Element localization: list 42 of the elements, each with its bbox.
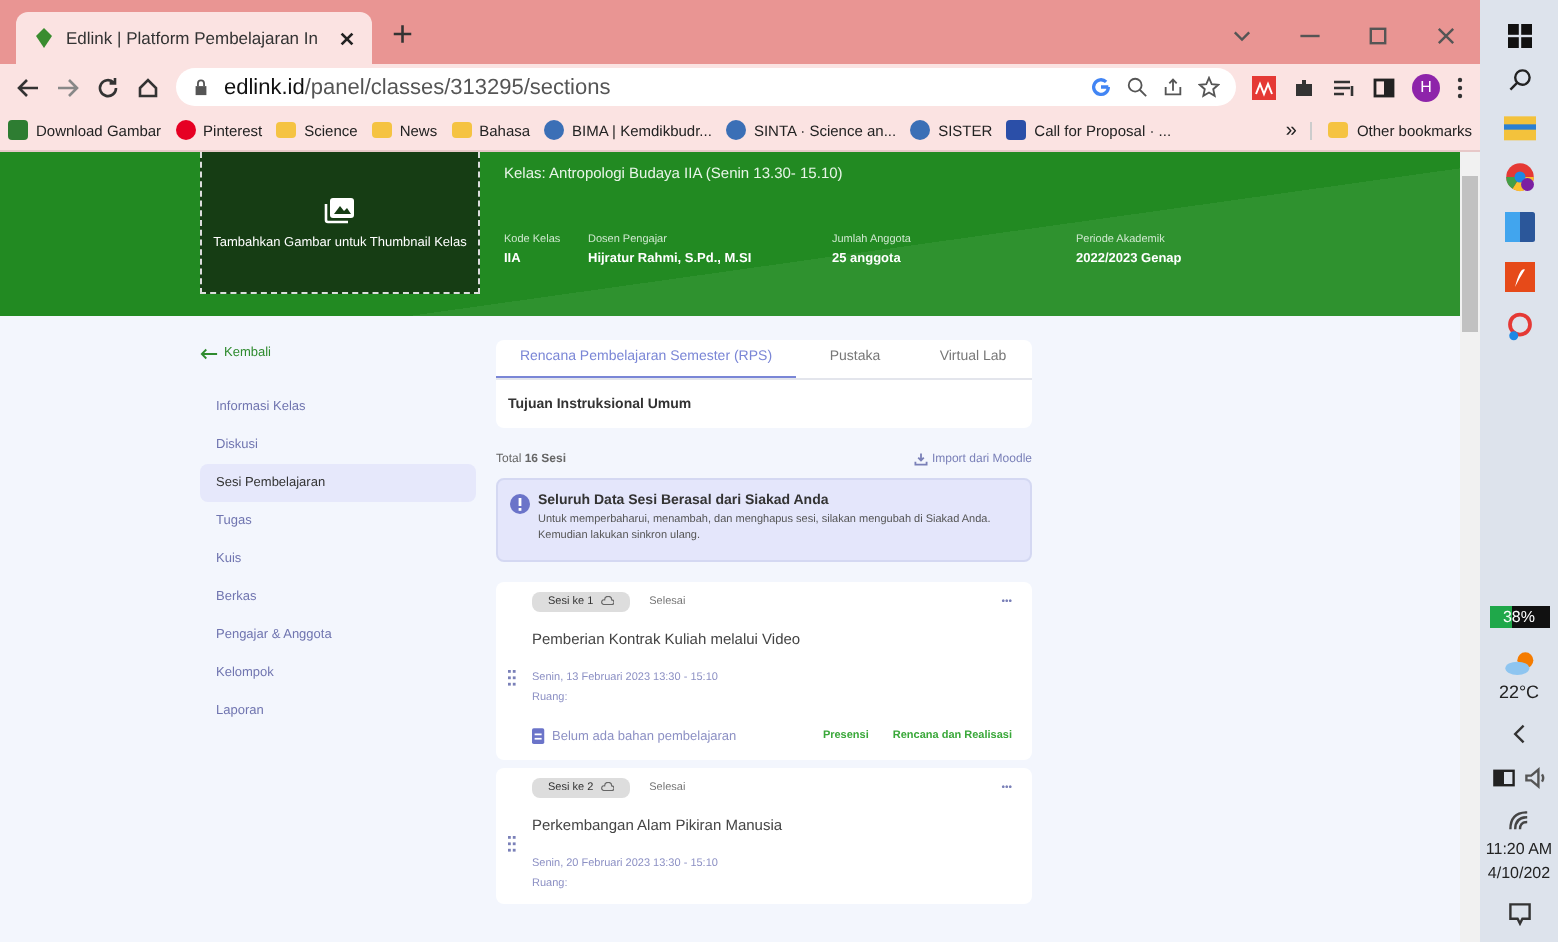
download-icon — [913, 452, 928, 466]
new-tab-button[interactable]: + — [392, 14, 414, 56]
display-icon[interactable] — [1491, 766, 1515, 790]
browser-tab[interactable]: Edlink | Platform Pembelajaran In — [16, 12, 372, 64]
speaker-icon[interactable] — [1523, 766, 1547, 790]
lock-icon — [192, 78, 210, 96]
search-icon[interactable] — [1507, 68, 1531, 92]
drag-handle-icon[interactable] — [508, 670, 516, 686]
back-icon[interactable] — [16, 75, 40, 99]
google-icon[interactable] — [1090, 76, 1112, 98]
leaf-icon — [32, 26, 56, 50]
sidebar-icon[interactable] — [1372, 75, 1396, 99]
menu-icon[interactable] — [1456, 75, 1464, 99]
document-icon — [532, 727, 546, 745]
clock-date[interactable]: 4/10/202 — [1487, 864, 1551, 882]
close-icon[interactable] — [338, 29, 356, 47]
image-icon — [324, 195, 356, 223]
zoom-icon[interactable] — [1126, 76, 1148, 98]
temperature-label: 22°C — [1498, 682, 1540, 702]
drag-handle-icon[interactable] — [508, 835, 516, 851]
home-icon[interactable] — [136, 75, 160, 99]
scrollbar[interactable] — [1460, 152, 1480, 942]
more-bookmarks-button[interactable]: » — [1285, 119, 1297, 141]
pdf-icon[interactable] — [1503, 262, 1535, 292]
playlist-icon[interactable] — [1332, 75, 1356, 99]
app-icon[interactable] — [1503, 312, 1535, 342]
notification-icon[interactable] — [1507, 902, 1531, 926]
reload-icon[interactable] — [96, 75, 120, 99]
clock-time[interactable]: 11:20 AM — [1485, 840, 1553, 858]
word-icon[interactable] — [1503, 212, 1535, 242]
profile-avatar[interactable]: H — [1412, 73, 1440, 101]
address-bar[interactable]: edlink.id/panel/classes/313295/sections — [176, 68, 1236, 106]
wifi-icon[interactable] — [1507, 810, 1531, 834]
extension-icon[interactable] — [1252, 75, 1276, 99]
star-icon[interactable] — [1198, 76, 1220, 98]
info-icon — [510, 494, 530, 514]
windows-icon[interactable] — [1507, 24, 1531, 48]
forward-icon[interactable] — [56, 75, 80, 99]
share-icon[interactable] — [1162, 76, 1184, 98]
restore-icon[interactable] — [1366, 24, 1390, 48]
chrome-icon[interactable] — [1503, 162, 1535, 192]
back-arrow-icon[interactable] — [200, 347, 218, 359]
